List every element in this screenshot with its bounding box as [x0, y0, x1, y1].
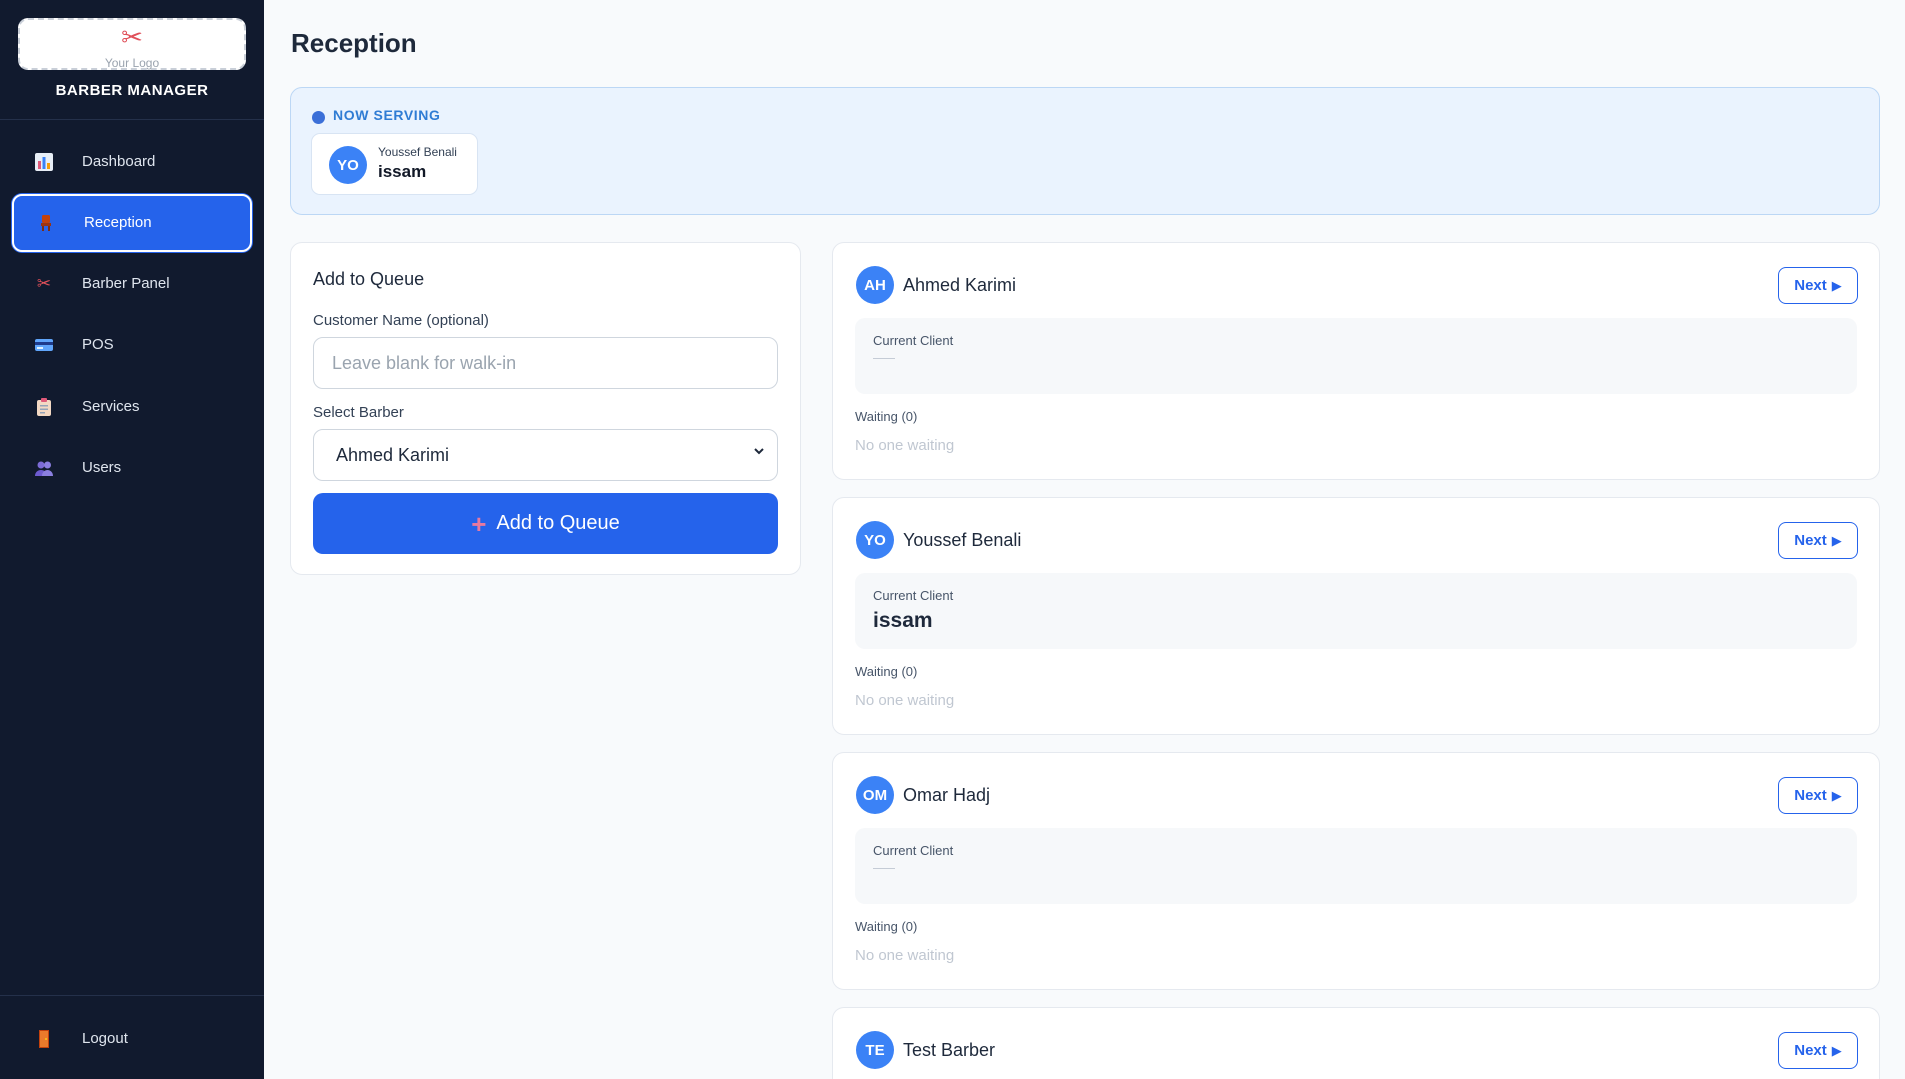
- waiting-label: Waiting (0): [855, 409, 918, 424]
- sidebar-item-label: Services: [82, 398, 140, 415]
- sidebar-item-reception[interactable]: Reception: [12, 194, 252, 252]
- barber-name: Ahmed Karimi: [903, 275, 1017, 295]
- next-button-label: Next: [1794, 787, 1827, 804]
- sidebar-item-label: Dashboard: [82, 153, 156, 170]
- select-barber-label: Select Barber: [313, 404, 404, 421]
- barber-select-value: Ahmed Karimi: [336, 445, 450, 465]
- credit-card-icon: [32, 333, 56, 357]
- waiting-empty-text: No one waiting: [855, 947, 955, 964]
- barber-card: YO Youssef Benali Next ▶ Current Client …: [832, 497, 1880, 735]
- customer-name-label: Customer Name (optional): [313, 312, 489, 329]
- plus-icon: +: [471, 508, 487, 539]
- users-icon: [32, 456, 56, 480]
- door-icon: [32, 1027, 56, 1051]
- sidebar-item-pos[interactable]: POS: [12, 316, 252, 374]
- now-serving-client: issam: [378, 162, 427, 181]
- clipboard-icon: [32, 395, 56, 419]
- avatar: YO: [856, 521, 894, 559]
- add-to-queue-title: Add to Queue: [313, 269, 425, 289]
- customer-name-input[interactable]: [313, 337, 778, 389]
- add-to-queue-button-label: Add to Queue: [496, 512, 620, 534]
- barber-card: AH Ahmed Karimi Next ▶ Current Client Wa…: [832, 242, 1880, 480]
- next-button[interactable]: Next ▶: [1778, 1032, 1858, 1069]
- sidebar-item-label: POS: [82, 336, 114, 353]
- barber-card: OM Omar Hadj Next ▶ Current Client Waiti…: [832, 752, 1880, 990]
- current-client-name: issam: [873, 609, 933, 632]
- sidebar-item-dashboard[interactable]: Dashboard: [12, 133, 252, 191]
- add-to-queue-button[interactable]: + Add to Queue: [313, 493, 778, 554]
- current-client-box: Current Client: [855, 318, 1857, 394]
- waiting-empty-text: No one waiting: [855, 437, 955, 454]
- current-client-label: Current Client: [873, 588, 954, 603]
- scissors-logo-icon: ✂: [121, 22, 143, 52]
- play-icon: ▶: [1831, 277, 1842, 293]
- chair-icon: [34, 211, 58, 235]
- next-button-label: Next: [1794, 532, 1827, 549]
- sidebar-item-label: Reception: [84, 214, 152, 231]
- next-button[interactable]: Next ▶: [1778, 522, 1858, 559]
- now-serving-barber: Youssef Benali: [378, 145, 457, 159]
- play-icon: ▶: [1831, 787, 1842, 803]
- now-serving-panel: NOW SERVING YO Youssef Benali issam: [290, 87, 1880, 215]
- next-button[interactable]: Next ▶: [1778, 777, 1858, 814]
- sidebar-divider: [0, 119, 264, 120]
- waiting-label: Waiting (0): [855, 664, 918, 679]
- logo-upload-box[interactable]: ✂ Your Logo: [18, 18, 246, 70]
- status-dot-icon: [312, 111, 325, 124]
- current-client-box: Current Client issam: [855, 573, 1857, 649]
- logout-label: Logout: [82, 1030, 128, 1047]
- current-client-label: Current Client: [873, 843, 954, 858]
- next-button-label: Next: [1794, 277, 1827, 294]
- add-to-queue-card: Add to Queue Customer Name (optional) Se…: [290, 242, 801, 575]
- sidebar-divider: [0, 995, 264, 996]
- next-button[interactable]: Next ▶: [1778, 267, 1858, 304]
- barber-name: Youssef Benali: [903, 530, 1022, 550]
- avatar: YO: [329, 146, 367, 184]
- current-client-box: Current Client: [855, 828, 1857, 904]
- sidebar-item-users[interactable]: Users: [12, 439, 252, 497]
- sidebar-item-services[interactable]: Services: [12, 378, 252, 436]
- waiting-empty-text: No one waiting: [855, 692, 955, 709]
- current-client-label: Current Client: [873, 333, 954, 348]
- chart-icon: [32, 150, 56, 174]
- sidebar-item-label: Barber Panel: [82, 275, 170, 292]
- avatar: TE: [856, 1031, 894, 1069]
- barber-select[interactable]: Ahmed Karimi: [313, 429, 778, 481]
- sidebar: ✂ Your Logo BARBER MANAGER Dashboard Rec…: [0, 0, 264, 1079]
- scissors-icon: ✂: [36, 274, 52, 293]
- current-client-empty: [873, 868, 895, 869]
- now-serving-card: YO Youssef Benali issam: [311, 133, 478, 195]
- logout-button[interactable]: Logout: [12, 1010, 252, 1068]
- current-client-empty: [873, 358, 895, 359]
- barber-name: Test Barber: [903, 1040, 996, 1060]
- chevron-down-icon: [753, 444, 765, 460]
- play-icon: ▶: [1831, 1042, 1842, 1058]
- page-title: Reception: [291, 28, 417, 58]
- logo-placeholder-text: Your Logo: [104, 56, 160, 70]
- barber-card: TE Test Barber Next ▶: [832, 1007, 1880, 1079]
- waiting-label: Waiting (0): [855, 919, 918, 934]
- avatar: AH: [856, 266, 894, 304]
- next-button-label: Next: [1794, 1042, 1827, 1059]
- barber-name: Omar Hadj: [903, 785, 991, 805]
- avatar: OM: [856, 776, 894, 814]
- now-serving-label: NOW SERVING: [333, 107, 441, 123]
- play-icon: ▶: [1831, 532, 1842, 548]
- sidebar-item-barber-panel[interactable]: ✂ Barber Panel: [12, 255, 252, 313]
- brand-name: BARBER MANAGER: [55, 82, 209, 99]
- sidebar-item-label: Users: [82, 459, 122, 476]
